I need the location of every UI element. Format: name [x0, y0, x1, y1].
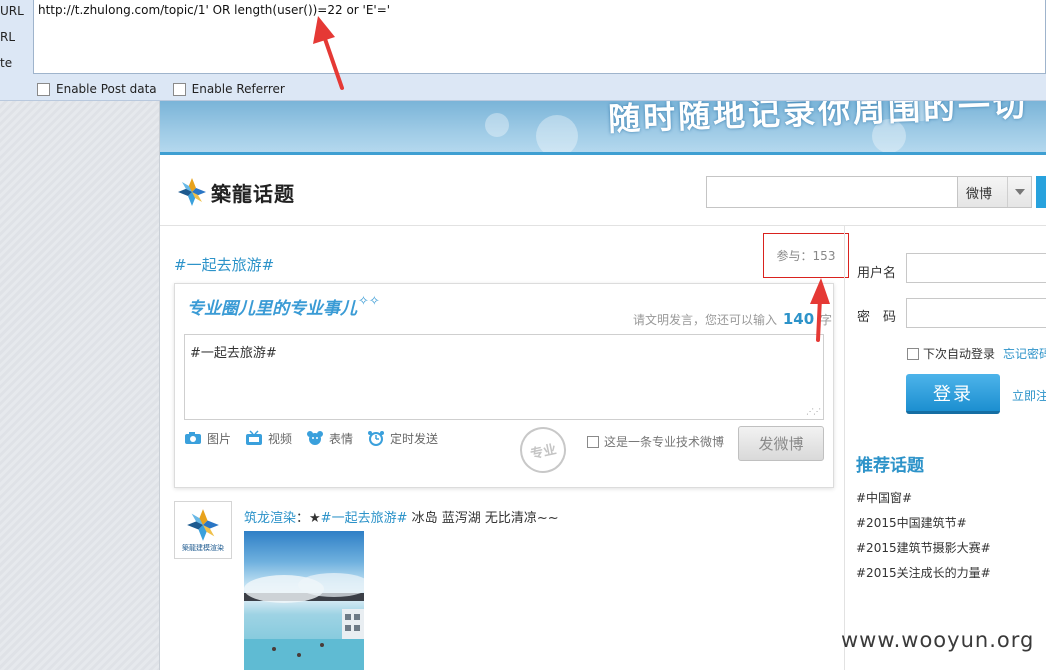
post-composer: 专业圈儿里的专业事儿 ✧✧ 请文明发言，您还可以输入 140 字 #一起去旅游#…	[174, 283, 834, 488]
remember-me: 下次自动登录 忘记密码	[907, 345, 1046, 362]
tool-schedule-label: 定时发送	[390, 431, 439, 446]
search-box: 微博	[706, 176, 1032, 208]
enable-referrer-checkbox[interactable]	[172, 82, 186, 96]
forgot-password-link[interactable]: 忘记密码	[1003, 345, 1046, 362]
char-count-hint: 请文明发言，您还可以输入 140 字	[633, 310, 832, 328]
feed-user-link[interactable]: 筑龙渲染	[244, 511, 296, 526]
enable-post-toggle[interactable]: Enable Post data	[37, 82, 157, 96]
search-input[interactable]	[707, 177, 957, 207]
resize-grip-icon[interactable]: ⋰⋰	[806, 407, 821, 416]
login-button[interactable]: 登录	[906, 374, 1000, 414]
hackbar-options: Enable Post data Enable Referrer	[37, 80, 301, 98]
search-button[interactable]	[1036, 176, 1046, 208]
zhulong-logo-icon	[178, 178, 206, 206]
remember-label: 下次自动登录	[923, 347, 996, 361]
sparkle-icon: ✧✧	[358, 294, 380, 309]
site-header: 築龍话题 微博	[160, 158, 1046, 226]
enable-post-label: Enable Post data	[56, 82, 157, 96]
editor-content: #一起去旅游#	[190, 346, 277, 361]
recommend-topic[interactable]: #2015关注成长的力量#	[856, 564, 991, 589]
banner: 随时随地记录你周围的一切	[160, 101, 1046, 155]
banner-slogan: 随时随地记录你周围的一切	[607, 101, 1029, 139]
side-label-te[interactable]: te	[0, 56, 12, 70]
pro-post-label: 这是一条专业技术微博	[604, 435, 725, 449]
tool-video[interactable]: 视频	[245, 430, 292, 447]
pro-post-checkbox[interactable]	[587, 435, 599, 448]
username-label: 用户名	[857, 266, 897, 281]
emoji-icon	[306, 430, 324, 446]
topic-title[interactable]: #一起去旅游#	[174, 254, 274, 275]
pro-stamp: 专业	[515, 422, 571, 478]
send-post-button[interactable]: 发微博	[738, 426, 824, 461]
feed-body: 冰岛 蓝泻湖 无比清凉~~	[407, 511, 559, 526]
hint-suffix: 字	[819, 313, 832, 327]
url-textarea[interactable]: http://t.zhulong.com/topic/1' OR length(…	[33, 0, 1046, 74]
username-input[interactable]	[906, 253, 1046, 283]
login-sidebar: 用户名 密 码 下次自动登录 忘记密码 登录 立即注 推荐话题 #中国窗# #2…	[844, 226, 1046, 670]
banner-bubble	[536, 115, 578, 152]
pro-post-toggle[interactable]: 这是一条专业技术微博	[587, 433, 724, 450]
enable-referrer-label: Enable Referrer	[191, 82, 285, 96]
tool-emoji[interactable]: 表情	[306, 430, 353, 447]
page-background	[0, 101, 159, 670]
enable-referrer-toggle[interactable]: Enable Referrer	[172, 82, 285, 96]
tool-image[interactable]: 图片	[184, 430, 231, 447]
logo-text: 築龍话题	[211, 181, 295, 206]
password-label: 密 码	[857, 310, 897, 325]
register-link[interactable]: 立即注	[1012, 387, 1046, 404]
recommend-topic[interactable]: #2015中国建筑节#	[856, 514, 991, 539]
recommend-list: #中国窗# #2015中国建筑节# #2015建筑节摄影大赛# #2015关注成…	[856, 489, 991, 589]
camera-icon	[184, 430, 202, 446]
feed-photo[interactable]	[244, 531, 364, 670]
watermark: www.wooyun.org	[841, 628, 1035, 652]
screenshot: URL RL te http://t.zhulong.com/topic/1' …	[0, 0, 1046, 670]
feed-text: 筑龙渲染：★#一起去旅游# 冰岛 蓝泻湖 无比清凉~~	[244, 507, 559, 526]
remember-checkbox[interactable]	[907, 347, 919, 360]
enable-post-checkbox[interactable]	[37, 82, 50, 96]
alarm-clock-icon	[367, 430, 385, 446]
site-logo[interactable]: 築龍话题	[177, 176, 295, 208]
tool-video-label: 视频	[268, 431, 293, 446]
dropdown-arrow-icon[interactable]	[1007, 177, 1031, 207]
composer-tools: 图片 视频 表情 定时发送	[184, 428, 452, 448]
remaining-count: 140	[782, 310, 815, 328]
tool-emoji-label: 表情	[329, 431, 354, 446]
tool-schedule[interactable]: 定时发送	[367, 430, 438, 447]
zhulong-topic-page: 随时随地记录你周围的一切 築龍话题 微博 #一起去旅游# 参与：153 专业圈儿…	[159, 101, 1046, 670]
search-type-label: 微博	[966, 186, 993, 202]
feed-separator: ：★	[296, 511, 321, 526]
hackbar-toolbar: URL RL te http://t.zhulong.com/topic/1' …	[0, 0, 1046, 101]
post-textarea[interactable]: #一起去旅游# ⋰⋰	[184, 334, 824, 420]
browser-viewport: 随时随地记录你周围的一切 築龍话题 微博 #一起去旅游# 参与：153 专业圈儿…	[0, 101, 1046, 670]
hint-prefix: 请文明发言，您还可以输入	[633, 313, 778, 327]
banner-bubble	[485, 113, 509, 137]
side-label-rl[interactable]: RL	[0, 30, 15, 44]
composer-slogan: 专业圈儿里的专业事儿	[187, 299, 357, 319]
tool-image-label: 图片	[207, 431, 232, 446]
lagoon-photo	[244, 573, 364, 670]
recommend-topic[interactable]: #中国窗#	[856, 489, 991, 514]
recommend-topic[interactable]: #2015建筑节摄影大赛#	[856, 539, 991, 564]
hackbar-side-labels: URL RL te	[0, 0, 33, 75]
recommend-title: 推荐话题	[856, 456, 924, 476]
side-label-url[interactable]: URL	[0, 4, 24, 18]
participate-count: 参与：153	[763, 233, 849, 278]
avatar-caption: 築龍建模渲染	[182, 543, 224, 552]
password-input[interactable]	[906, 298, 1046, 328]
search-type-select[interactable]: 微博	[957, 177, 1031, 207]
tv-icon	[245, 430, 263, 446]
zhulong-logo-icon	[187, 508, 219, 541]
feed-item: 築龍建模渲染 筑龙渲染：★#一起去旅游# 冰岛 蓝泻湖 无比清凉~~	[174, 501, 834, 670]
avatar[interactable]: 築龍建模渲染	[174, 501, 232, 559]
feed-topic-link[interactable]: #一起去旅游#	[321, 511, 408, 526]
